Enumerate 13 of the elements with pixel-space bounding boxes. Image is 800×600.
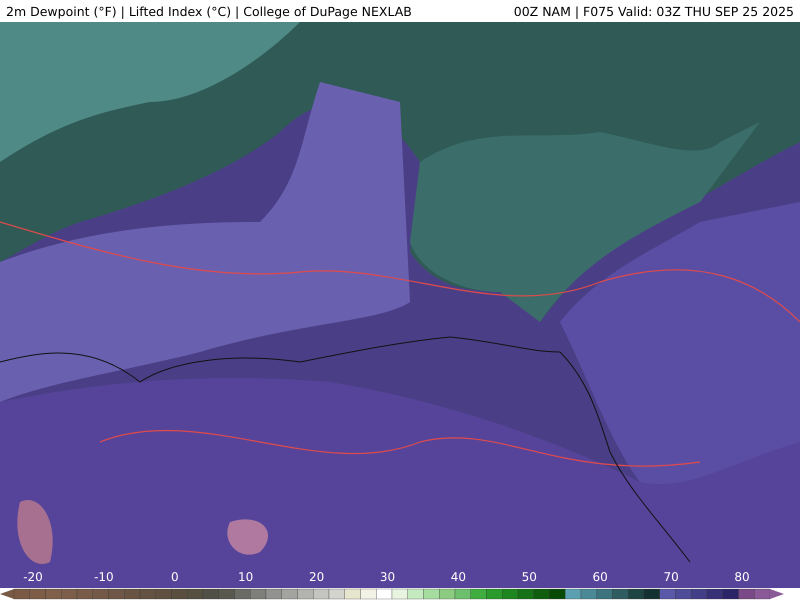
scale-tick-label: -20 — [23, 570, 43, 584]
scale-tick-label: 80 — [734, 570, 750, 584]
scale-tick-label: 30 — [380, 570, 396, 584]
scale-tick-label: 40 — [450, 570, 466, 584]
scale-tick-label: 60 — [592, 570, 608, 584]
run-info: 00Z NAM | F075 Valid: 03Z THU SEP 25 2025 — [514, 4, 794, 18]
scale-tick-label: -10 — [94, 570, 114, 584]
scale-tick-label: 10 — [238, 570, 254, 584]
scale-tick-label: 0 — [170, 570, 179, 584]
scale-tick-label: 20 — [308, 570, 324, 584]
scale-tick-label: 70 — [663, 570, 679, 584]
map-title: 2m Dewpoint (°F) | Lifted Index (°C) | College of DuPage NEXLAB — [6, 4, 412, 18]
scale-tick-label: 50 — [522, 570, 537, 584]
